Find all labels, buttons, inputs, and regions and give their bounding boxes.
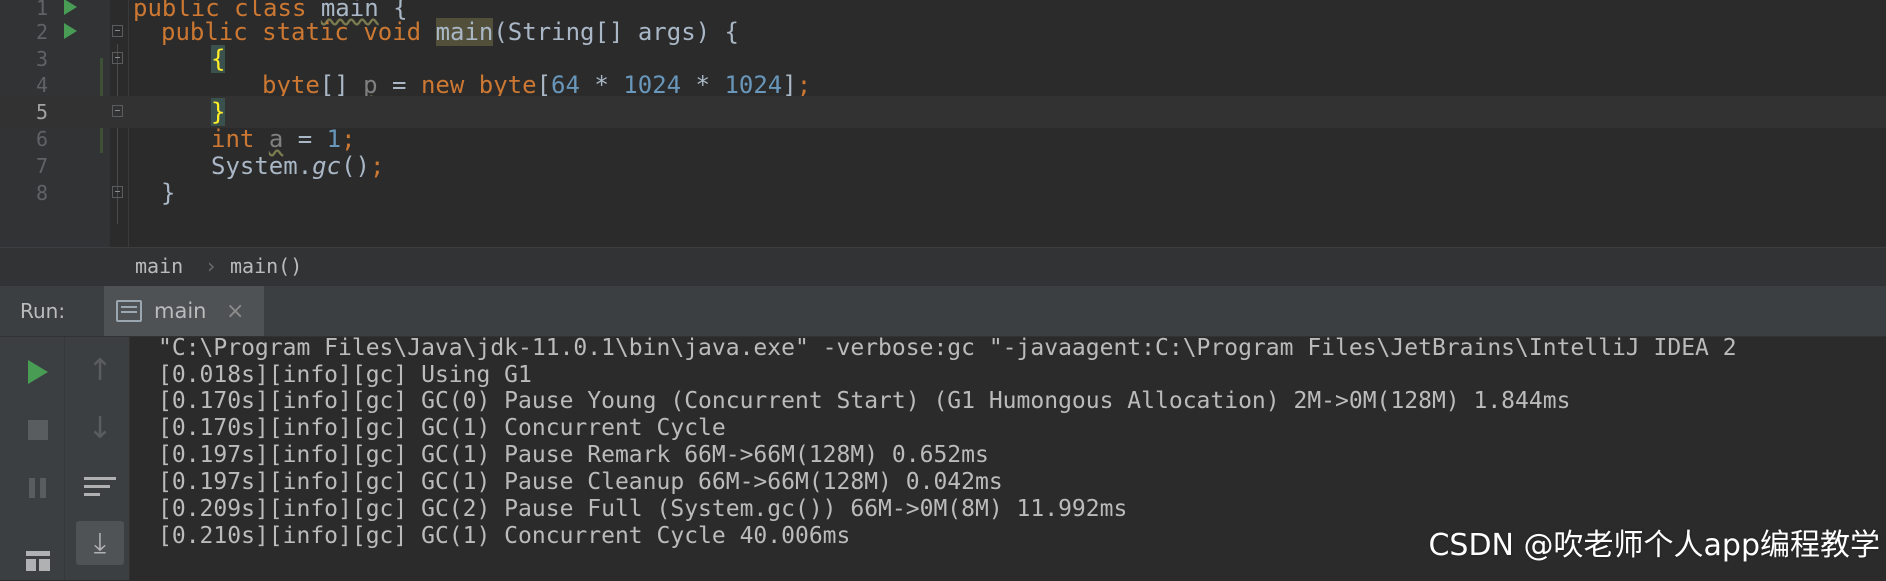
run-tab-main[interactable]: main × — [104, 286, 264, 336]
toolbar-column-separator — [64, 337, 65, 580]
bracket: [ — [536, 71, 552, 99]
semicolon: ; — [341, 125, 356, 153]
scroll-to-end-icon: ⤓ — [93, 526, 107, 559]
up-arrow-icon: ↑ — [87, 353, 113, 388]
breadcrumb-class[interactable]: main — [135, 248, 183, 284]
run-toolbar: ↑ ↓ ⤓ — [0, 337, 130, 580]
run-window-header: Run: main × — [0, 285, 1886, 337]
line-number: 8 — [35, 181, 48, 205]
operator: * — [681, 71, 725, 99]
scroll-to-end-button[interactable]: ⤓ — [76, 521, 124, 565]
run-gutter-icon[interactable] — [64, 0, 77, 15]
unused-variable: a — [268, 125, 284, 153]
fold-toggle-icon[interactable] — [112, 186, 123, 198]
layout-button[interactable] — [14, 537, 62, 581]
keyword: new — [420, 71, 465, 99]
keyword: public — [161, 18, 248, 46]
down-button[interactable]: ↓ — [76, 407, 124, 451]
number-literal: 64 — [551, 71, 580, 99]
operator: * — [579, 71, 624, 99]
matched-brace: } — [211, 98, 226, 126]
semicolon: ; — [369, 152, 385, 180]
up-button[interactable]: ↑ — [76, 349, 124, 393]
close-icon[interactable]: × — [226, 286, 244, 338]
run-window-title: Run: — [20, 299, 66, 323]
number-literal: 1 — [326, 125, 342, 153]
type-keyword: int — [211, 125, 255, 153]
console-line: [0.210s][info][gc] GC(1) Concurrent Cycl… — [158, 523, 851, 549]
watermark: CSDN @吹老师个人app编程教学 — [1428, 528, 1880, 563]
fold-toggle-icon[interactable] — [112, 105, 123, 117]
fold-toggle-icon[interactable] — [112, 25, 123, 37]
pause-icon — [29, 478, 35, 498]
class-reference: System. — [211, 152, 313, 180]
static-method-call: gc — [312, 152, 342, 180]
code-line-8[interactable]: 8 } — [0, 177, 1886, 209]
stop-button[interactable] — [14, 407, 62, 451]
unused-variable: p — [363, 71, 378, 99]
pause-button[interactable] — [14, 465, 62, 509]
stop-icon — [28, 420, 48, 440]
semicolon: ; — [796, 71, 812, 99]
keyword: void — [363, 18, 422, 46]
operator: = — [283, 125, 327, 153]
rerun-button[interactable] — [14, 349, 62, 393]
call-parens: () — [341, 152, 370, 180]
number-literal: 1024 — [623, 71, 682, 99]
method-name: main — [435, 18, 494, 46]
operator: = — [377, 71, 421, 99]
run-gutter-icon[interactable] — [64, 23, 77, 39]
code-editor[interactable]: 1 public class main { 2 public static vo… — [0, 0, 1886, 247]
bracket: ] — [782, 71, 797, 99]
rerun-icon — [28, 360, 48, 384]
fold-toggle-icon[interactable] — [112, 52, 123, 64]
soft-wrap-icon — [84, 475, 116, 499]
breadcrumb-separator: › — [205, 254, 218, 278]
number-literal: 1024 — [724, 71, 783, 99]
layout-icon — [26, 551, 50, 571]
breadcrumb: main › main() — [0, 247, 1886, 285]
console-icon — [116, 300, 142, 322]
array-brackets: [] — [319, 71, 364, 99]
method-params: (String[] args) { — [493, 18, 739, 46]
run-tab-label: main — [154, 299, 207, 323]
type-keyword: byte — [262, 71, 320, 99]
soft-wrap-button[interactable] — [76, 465, 124, 509]
breadcrumb-method[interactable]: main() — [230, 248, 302, 284]
type-keyword: byte — [478, 71, 537, 99]
brace: } — [161, 179, 176, 207]
down-arrow-icon: ↓ — [87, 411, 113, 446]
keyword: static — [262, 18, 349, 46]
